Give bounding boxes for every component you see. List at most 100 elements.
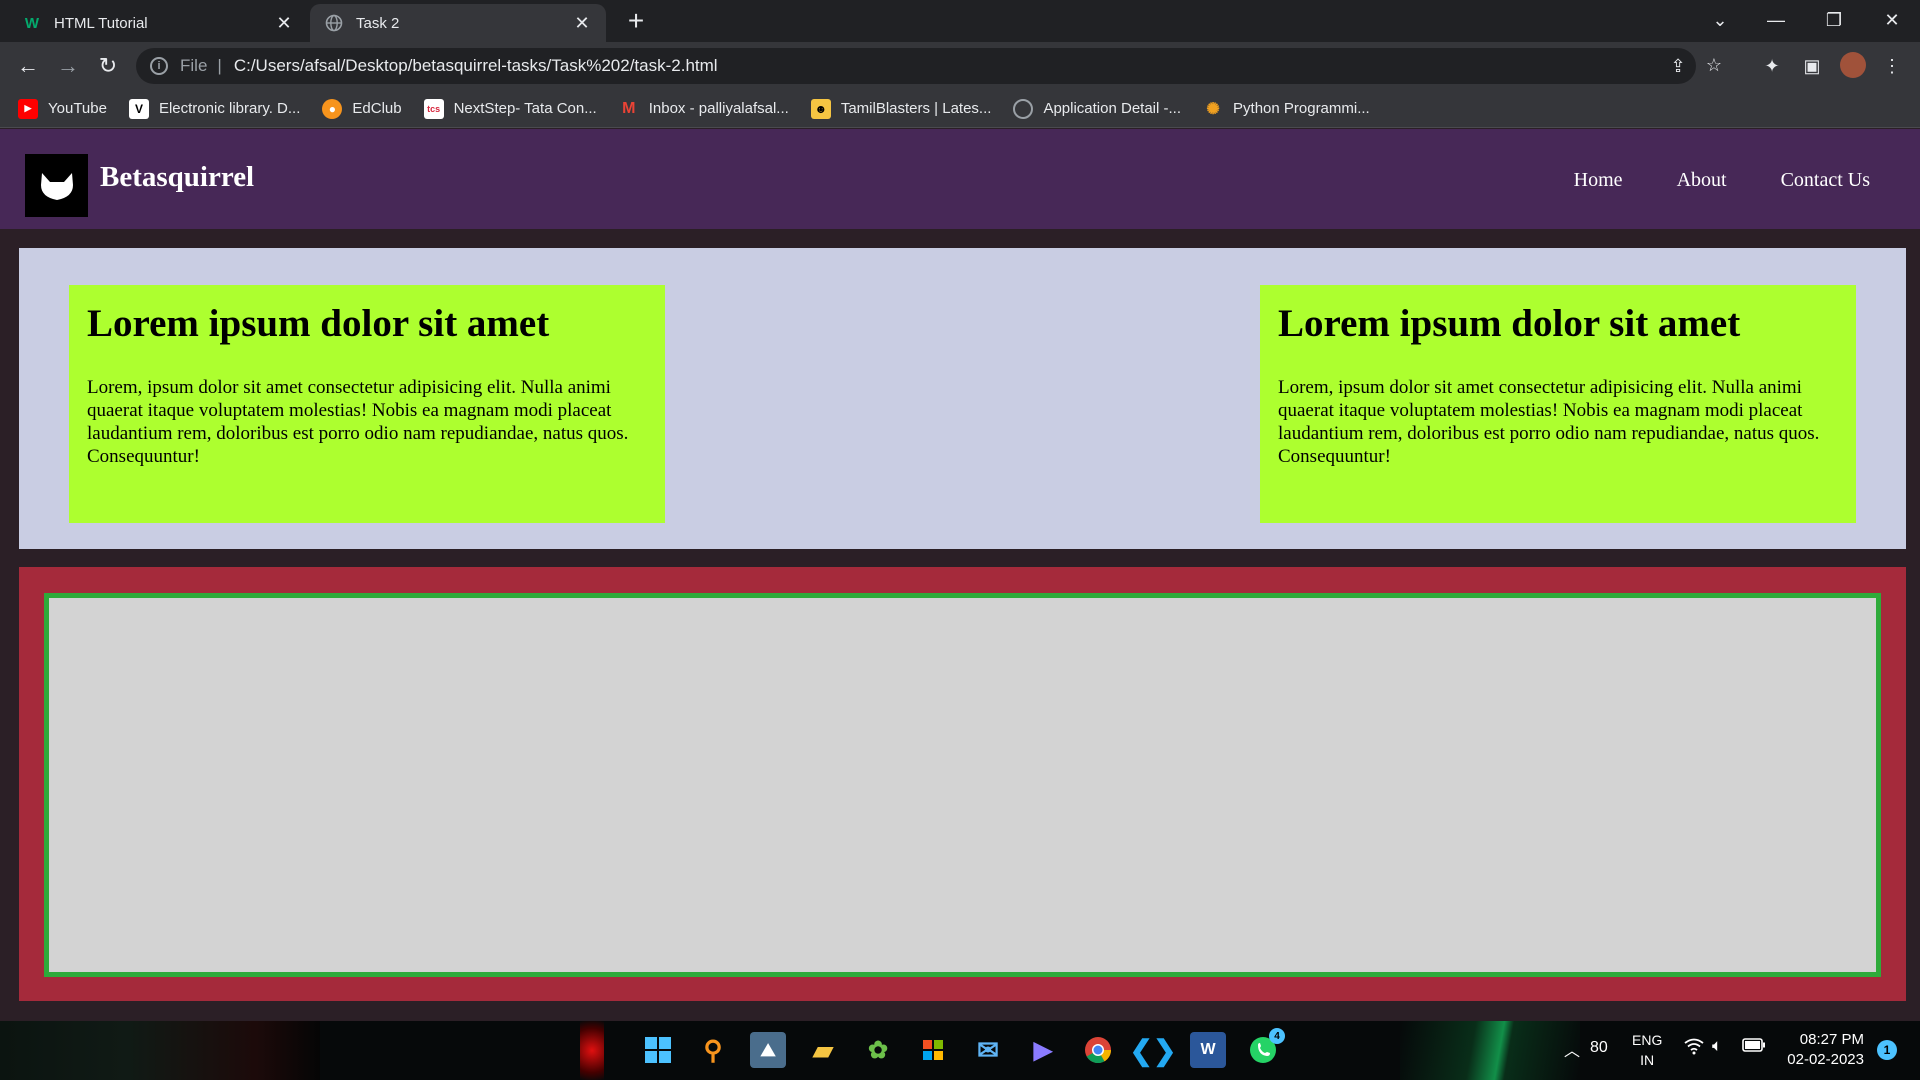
bookmark-application-detail[interactable]: Application Detail -... xyxy=(1013,98,1182,119)
bookmark-youtube[interactable]: ▶ YouTube xyxy=(18,98,107,119)
clock-date: 02-02-2023 xyxy=(1787,1051,1864,1068)
chrome-icon[interactable] xyxy=(1080,1032,1116,1068)
wallpaper-strip xyxy=(0,1021,320,1080)
new-tab-button[interactable]: + xyxy=(620,6,652,38)
tab-task-2[interactable]: Task 2 ✕ xyxy=(310,4,606,42)
language-code: ENG xyxy=(1632,1032,1663,1048)
card-heading: Lorem ipsum dolor sit amet xyxy=(1278,302,1741,345)
bookmark-label: TamilBlasters | Lates... xyxy=(840,100,992,117)
page-viewport: Betasquirrel Home About Contact Us Lorem… xyxy=(0,129,1920,1021)
site-nav: Home About Contact Us xyxy=(1574,169,1870,192)
weather-temp[interactable]: 80 xyxy=(1590,1039,1608,1057)
tab-html-tutorial[interactable]: W HTML Tutorial ✕ xyxy=(8,4,308,42)
bookmark-label: Application Detail -... xyxy=(1043,100,1182,117)
whatsapp-icon[interactable]: 4 xyxy=(1245,1028,1285,1068)
content-card-left: Lorem ipsum dolor sit amet Lorem, ipsum … xyxy=(69,285,665,523)
window-close-icon[interactable]: ✕ xyxy=(1864,0,1920,40)
bookmark-label: Electronic library. D... xyxy=(158,100,301,117)
tamilblasters-icon: ☻ xyxy=(810,98,831,119)
bookmark-edclub[interactable]: ● EdClub xyxy=(322,98,402,119)
youtube-icon: ▶ xyxy=(18,98,38,119)
back-arrow-icon[interactable]: ← xyxy=(12,50,44,82)
system-clock[interactable]: 08:27 PM 02-02-2023 xyxy=(1768,1030,1864,1070)
browser-toolbar: ← → ↻ i File | C:/Users/afsal/Desktop/be… xyxy=(0,42,1920,90)
file-explorer-icon[interactable]: ▰ xyxy=(805,1032,841,1068)
menu-kebab-icon[interactable]: ⋮ xyxy=(1878,52,1906,80)
python-icon: ✺ xyxy=(1206,100,1220,118)
site-logo[interactable] xyxy=(25,154,88,217)
bookmark-nextstep[interactable]: tcs NextStep- Tata Con... xyxy=(423,98,597,119)
tab-title: HTML Tutorial xyxy=(54,14,148,32)
edclub-icon: ● xyxy=(322,98,343,119)
tab-title: Task 2 xyxy=(356,14,400,32)
nav-contact-link[interactable]: Contact Us xyxy=(1781,169,1870,192)
brand-name[interactable]: Betasquirrel xyxy=(100,161,254,194)
cards-section: Lorem ipsum dolor sit amet Lorem, ipsum … xyxy=(19,248,1906,549)
battery-icon[interactable] xyxy=(1742,1038,1766,1056)
search-icon[interactable]: ⚲ xyxy=(695,1032,731,1068)
profile-avatar[interactable] xyxy=(1840,52,1866,78)
windows-start-icon[interactable] xyxy=(640,1032,676,1068)
bookmark-label: Inbox - palliyalafsal... xyxy=(648,100,789,117)
gitlab-fox-icon xyxy=(40,172,73,200)
card-heading: Lorem ipsum dolor sit amet xyxy=(87,302,550,345)
wifi-icon[interactable] xyxy=(1684,1037,1704,1059)
forward-arrow-icon[interactable]: → xyxy=(52,50,84,82)
wallpaper-strip xyxy=(1400,1021,1580,1080)
extensions-icon[interactable]: ✦ xyxy=(1758,52,1786,80)
content-card-right: Lorem ipsum dolor sit amet Lorem, ipsum … xyxy=(1260,285,1856,523)
word-icon[interactable]: W xyxy=(1190,1032,1226,1068)
widgets-icon[interactable]: ✿ xyxy=(860,1032,896,1068)
close-icon[interactable]: ✕ xyxy=(572,13,592,34)
photos-icon[interactable]: ⛰ xyxy=(750,1032,786,1068)
url-scheme: File xyxy=(180,56,208,75)
bookmark-label: Python Programmi... xyxy=(1233,100,1370,117)
url-text: C:/Users/afsal/Desktop/betasquirrel-task… xyxy=(233,56,718,75)
volume-icon[interactable]: 🔈︎ xyxy=(1712,1036,1722,1056)
bookmark-star-icon[interactable]: ☆ xyxy=(1702,53,1726,77)
bordered-section xyxy=(19,567,1906,1001)
gmail-icon: M xyxy=(622,99,636,117)
whatsapp-badge: 4 xyxy=(1269,1028,1285,1044)
address-bar[interactable]: i File | C:/Users/afsal/Desktop/betasqui… xyxy=(136,48,1722,84)
tab-strip: W HTML Tutorial ✕ Task 2 ✕ + ⌄ — ❐ ✕ xyxy=(0,0,1920,42)
share-icon[interactable]: ⇪ xyxy=(1666,54,1690,78)
reload-icon[interactable]: ↻ xyxy=(92,50,124,82)
minimize-icon[interactable]: — xyxy=(1748,0,1804,40)
nav-home-link[interactable]: Home xyxy=(1574,169,1623,192)
globe-icon xyxy=(324,13,344,33)
bookmark-electronic-library[interactable]: V Electronic library. D... xyxy=(128,98,301,119)
info-icon[interactable]: i xyxy=(150,57,168,75)
globe-icon xyxy=(1013,98,1034,119)
side-panel-icon[interactable]: ▣ xyxy=(1798,52,1826,80)
bookmark-gmail[interactable]: M Inbox - palliyalafsal... xyxy=(619,99,789,119)
site-navbar: Betasquirrel Home About Contact Us xyxy=(0,129,1920,229)
bookmarks-bar: ▶ YouTube V Electronic library. D... ● E… xyxy=(0,90,1920,128)
card-body: Lorem, ipsum dolor sit amet consectetur … xyxy=(1278,376,1820,467)
region-code: IN xyxy=(1640,1052,1655,1068)
close-icon[interactable]: ✕ xyxy=(274,13,294,34)
w3schools-icon: W xyxy=(24,14,40,32)
bookmark-label: NextStep- Tata Con... xyxy=(453,100,597,117)
bookmark-python[interactable]: ✺ Python Programmi... xyxy=(1203,99,1370,119)
tcs-icon: tcs xyxy=(423,98,444,119)
card-body: Lorem, ipsum dolor sit amet consectetur … xyxy=(87,376,629,467)
restore-icon[interactable]: ❐ xyxy=(1806,0,1862,40)
notification-badge[interactable]: 1 xyxy=(1877,1040,1897,1060)
bookmark-label: YouTube xyxy=(48,100,107,117)
clock-time: 08:27 PM xyxy=(1799,1031,1864,1048)
empty-inner-box xyxy=(44,593,1881,977)
bookmark-label: EdClub xyxy=(352,100,402,117)
nav-about-link[interactable]: About xyxy=(1677,169,1727,192)
tab-search-icon[interactable]: ⌄ xyxy=(1692,0,1748,40)
video-editor-icon[interactable]: ▶ xyxy=(1025,1032,1061,1068)
tray-overflow-icon[interactable]: ︿ xyxy=(1564,1037,1580,1061)
mail-icon[interactable]: ✉ xyxy=(970,1032,1006,1068)
wallpaper-glow xyxy=(580,1021,604,1080)
language-indicator[interactable]: ENG IN xyxy=(1632,1030,1662,1070)
vscode-icon[interactable]: ❮❯ xyxy=(1130,1032,1177,1068)
windows-taskbar: ⚲ ⛰ ▰ ✿ ✉ ▶ ❮❯ W 4 ︿ 80 ENG IN 🔈︎ 08:27 … xyxy=(0,1021,1920,1080)
v-logo-icon: V xyxy=(128,98,149,119)
bookmark-tamilblasters[interactable]: ☻ TamilBlasters | Lates... xyxy=(810,98,992,119)
microsoft-store-icon[interactable] xyxy=(915,1032,951,1068)
